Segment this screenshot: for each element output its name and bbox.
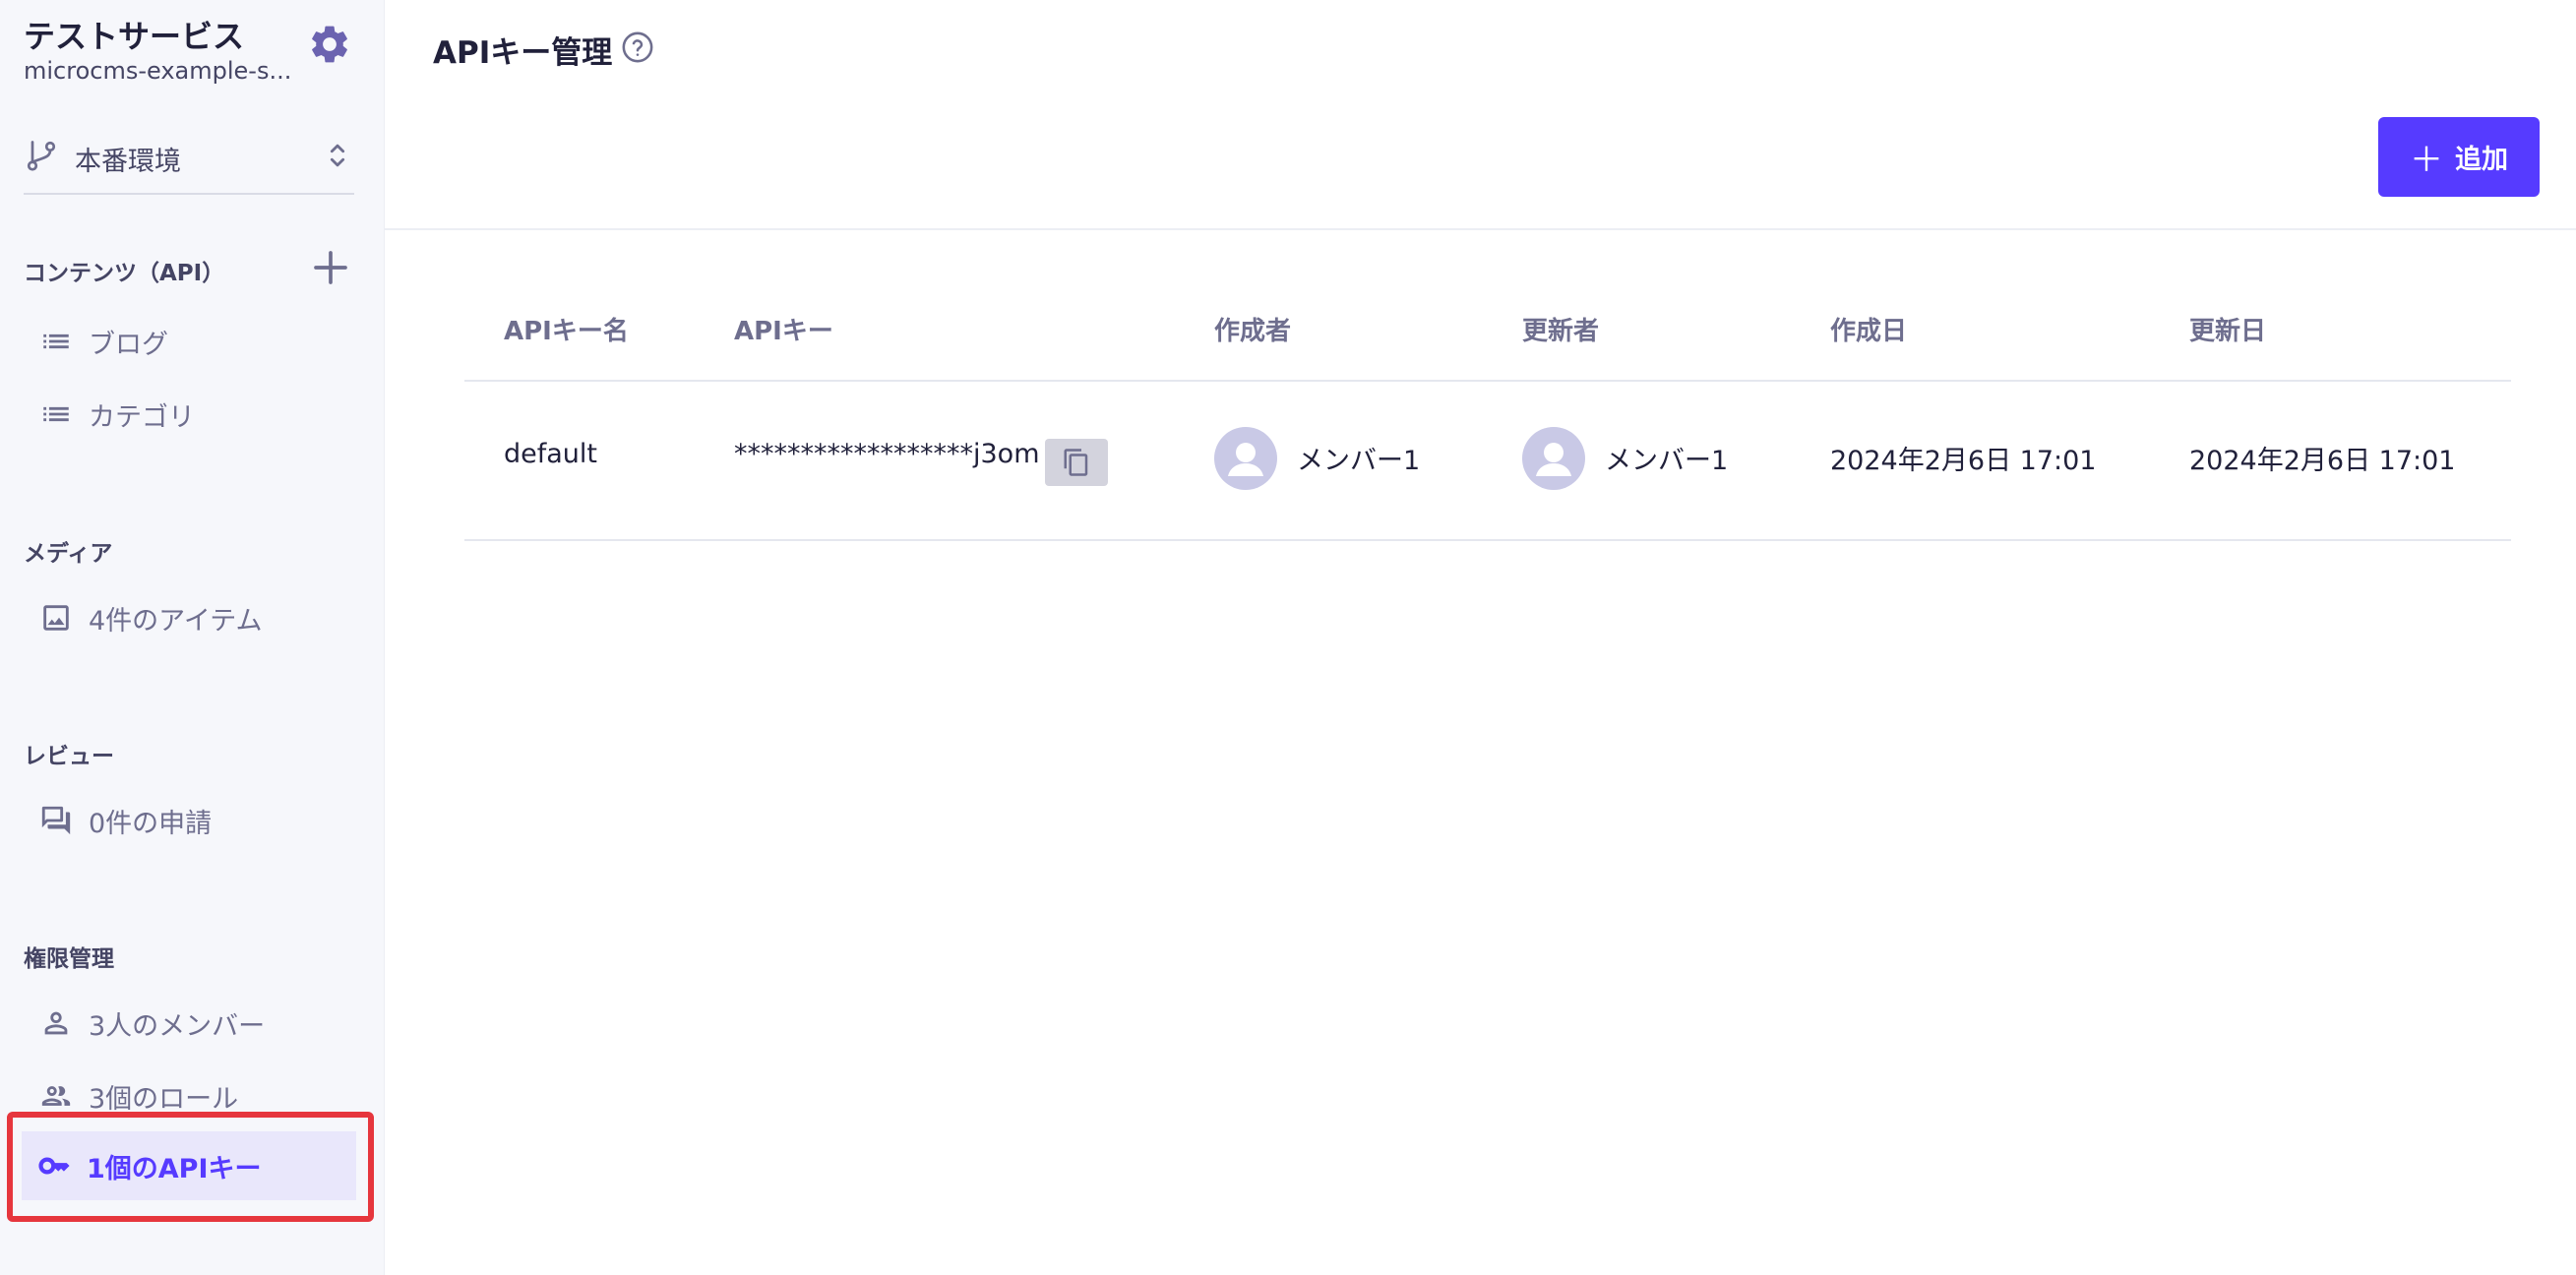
api-key-value: ******************j3om: [734, 439, 1040, 469]
column-header-key[interactable]: APIキー: [734, 311, 833, 347]
plus-icon[interactable]: [311, 248, 350, 287]
sidebar-item-label: 3人のメンバー: [89, 1010, 266, 1042]
avatar: [1522, 427, 1585, 490]
column-header-created[interactable]: 作成日: [1830, 311, 1907, 347]
sidebar-item-label: 1個のAPIキー: [87, 1153, 262, 1184]
chat-icon: [41, 806, 71, 835]
person-icon: [1228, 443, 1263, 476]
section-review: レビュー: [24, 744, 114, 769]
person-icon: [44, 1011, 68, 1035]
sidebar-item-label: 4件のアイテム: [89, 605, 263, 637]
sidebar-item-label: カテゴリ: [89, 401, 195, 433]
avatar: [1214, 427, 1277, 490]
sidebar: テストサービス microcms-example-s... 本番環境 コンテンツ…: [0, 0, 385, 1275]
updated-date: 2024年2月6日 17:01: [2189, 446, 2456, 476]
main-content: APIキー管理 ＋ 追加 APIキー名 APIキー 作成者 更新者 作成日 更新…: [385, 0, 2576, 1275]
table-row[interactable]: default ******************j3om メンバー1 メンバ…: [464, 382, 2511, 539]
service-id: microcms-example-s...: [24, 57, 292, 85]
column-header-updated[interactable]: 更新日: [2189, 311, 2266, 347]
sidebar-item-review[interactable]: 0件の申請: [24, 791, 354, 850]
sidebar-item-label: 3個のロール: [89, 1083, 239, 1115]
table-row-divider: [464, 539, 2511, 541]
chevron-updown-icon: [330, 144, 345, 167]
list-icon: [43, 334, 69, 349]
sidebar-item-members[interactable]: 3人のメンバー: [24, 994, 354, 1053]
plus-icon: ＋: [2410, 141, 2443, 180]
branch-icon: [27, 141, 56, 171]
people-icon: [41, 1086, 71, 1106]
api-key-name[interactable]: default: [504, 439, 597, 469]
image-icon: [43, 605, 69, 631]
environment-label: 本番環境: [75, 147, 181, 177]
sidebar-item-category[interactable]: カテゴリ: [24, 385, 354, 444]
page-title: APIキー管理: [433, 35, 613, 71]
list-icon: [43, 406, 69, 422]
sidebar-item-label: ブログ: [89, 329, 168, 360]
copy-icon: [1064, 449, 1088, 476]
help-icon[interactable]: [621, 30, 654, 64]
sidebar-item-media[interactable]: 4件のアイテム: [24, 588, 354, 647]
sidebar-item-blog[interactable]: ブログ: [24, 312, 354, 371]
add-button-label: 追加: [2455, 145, 2508, 175]
key-icon: [38, 1157, 70, 1175]
add-button[interactable]: ＋ 追加: [2378, 117, 2540, 197]
sidebar-item-api-keys[interactable]: 1個のAPIキー: [22, 1131, 356, 1200]
section-content: コンテンツ（API）: [24, 261, 225, 286]
column-header-creator[interactable]: 作成者: [1214, 311, 1291, 347]
person-icon: [1536, 443, 1571, 476]
gear-icon[interactable]: [307, 22, 352, 67]
section-media: メディア: [24, 541, 113, 567]
sidebar-item-roles[interactable]: 3個のロール: [24, 1066, 354, 1125]
created-date: 2024年2月6日 17:01: [1830, 446, 2097, 476]
column-header-updater[interactable]: 更新者: [1522, 311, 1599, 347]
column-header-name[interactable]: APIキー名: [504, 311, 629, 347]
copy-button[interactable]: [1045, 439, 1108, 486]
service-name[interactable]: テストサービス: [24, 12, 244, 57]
sidebar-item-label: 0件の申請: [89, 808, 213, 839]
updater-name: メンバー1: [1605, 446, 1729, 476]
creator-name: メンバー1: [1297, 446, 1421, 476]
app: テストサービス microcms-example-s... 本番環境 コンテンツ…: [0, 0, 2576, 1275]
header-divider: [385, 228, 2576, 230]
environment-selector[interactable]: 本番環境: [24, 134, 354, 195]
section-permissions: 権限管理: [24, 946, 114, 972]
